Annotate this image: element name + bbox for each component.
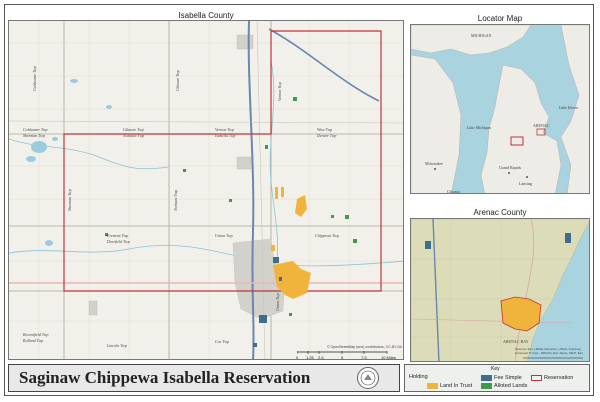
lower-peninsula (480, 64, 562, 193)
twp-label-coe: Coe Twp (215, 339, 230, 344)
scale-tick: 1.25 (306, 355, 314, 360)
twp-label-denver: Denver Twp (317, 133, 337, 138)
legend-label-reservation: Reservation (544, 375, 574, 381)
twp-label-fremont: Fremont Twp (107, 233, 129, 238)
isabella-county-map[interactable]: Gilmore Twp Nottawa Twp Vernon Twp Isabe… (8, 20, 404, 360)
arenac-fee-simple-2 (425, 241, 431, 249)
locator-map-title: Locator Map (477, 14, 523, 23)
locator-label-michigan: MICHIGAN (471, 33, 492, 38)
title-block: Saginaw Chippewa Isabella Reservation (8, 364, 400, 392)
locator-label-lake-michigan: Lake Michigan (467, 125, 492, 130)
twp-label-lincoln: Lincoln Twp (107, 343, 127, 348)
locator-map[interactable]: MICHIGAN Lake Huron Lake Michigan Milwau… (410, 24, 590, 194)
locator-label-grand-rapids: Grand Rapids (499, 165, 522, 170)
arenac-label-bay: ARENAC BAY (503, 339, 529, 344)
twp-label-vernon-vert: Vernon Twp (277, 82, 282, 101)
twp-label-deerfield: Deerfield Twp (107, 239, 130, 244)
legend-swatch-trust (427, 383, 438, 389)
land-in-trust (271, 187, 311, 299)
arenac-county-map[interactable]: ARENAC BAY Sources: Esri, HERE, DeLorme,… (410, 218, 590, 362)
arenac-map-credit: Sources: Esri, HERE, DeLorme, USGS, Inte… (515, 347, 583, 355)
locator-label-lake-huron: Lake Huron (559, 105, 579, 110)
arenac-scalebar (523, 357, 583, 359)
wisconsin (411, 54, 462, 193)
tribal-seal-icon (357, 367, 379, 389)
main-map-credit: © OpenStreetMap (and) contributors, CC-B… (327, 345, 403, 349)
scale-tick: 2.5 (318, 355, 324, 360)
page-title: Saginaw Chippewa Isabella Reservation (19, 368, 311, 387)
twp-label-sherman-vert: Sherman Twp (67, 189, 72, 211)
upper-peninsula (411, 25, 532, 56)
locator-label-chicago: Chicago (447, 189, 461, 194)
legend-swatch-allotted (481, 383, 492, 389)
twp-label-isabella: Isabella Twp (215, 133, 236, 138)
arenac-fee-simple-1 (565, 233, 571, 243)
twp-label-nottawa-vert: Nottawa Twp (173, 189, 178, 211)
locator-label-arenac: ARENAC (533, 123, 550, 128)
legend-label-allotted: Alloted Lands (494, 383, 528, 389)
rivers (9, 60, 403, 267)
reservation-boundary (63, 30, 382, 292)
legend-swatch-reservation (531, 375, 542, 381)
main-map-title: Isabella County (178, 11, 234, 20)
legend-heading: Holding (409, 374, 428, 380)
arenac-map-canvas (411, 219, 589, 361)
locator-label-milwaukee: Milwaukee (425, 161, 443, 166)
legend-title: Key (491, 366, 500, 372)
twp-label-gilmore: Gilmore Twp (123, 127, 144, 132)
twp-label-broomfield: Broomfield Twp (23, 332, 49, 337)
twp-label-wise: Wise Twp (317, 127, 333, 132)
legend-label-fee: Fee Simple (494, 375, 522, 381)
twp-label-chippewa: Chippewa Twp (315, 233, 339, 238)
arenac-map-title: Arenac County (473, 208, 527, 217)
scale-tick: 10 Miles (381, 355, 396, 360)
twp-label-nottawa: Nottawa Twp (123, 133, 145, 138)
scale-tick: 5 (341, 355, 344, 360)
twp-label-rolland: Rolland Twp (23, 338, 44, 343)
scale-tick: 0 (296, 355, 299, 360)
twp-label-coldwater: Coldwater Twp (23, 127, 48, 132)
scale-tick: 7.5 (361, 355, 367, 360)
legend-swatch-fee (481, 375, 492, 381)
twp-label-goldwater-vert: Goldwater Twp (32, 66, 37, 91)
urban-areas (88, 34, 286, 320)
twp-label-vernon: Vernon Twp (215, 127, 234, 132)
twp-label-sherman: Sherman Twp (23, 133, 45, 138)
twp-label-gilmore-vert: Gilmore Twp (175, 70, 180, 91)
locator-label-lansing: Lansing (519, 181, 532, 186)
twp-label-union-vert: Union Twp (275, 293, 280, 311)
twp-label-union: Union Twp (215, 233, 233, 238)
legend-label-trust: Land In Trust (440, 383, 473, 389)
map-legend: Key Holding Land In Trust Fee Simple All… (404, 364, 590, 392)
